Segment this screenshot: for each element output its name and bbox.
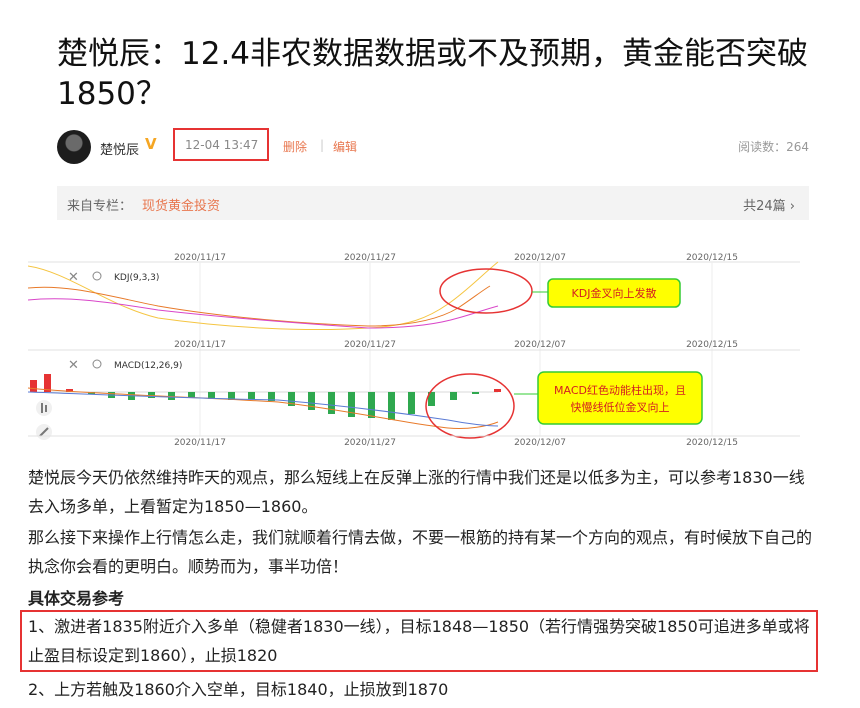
- edit-link[interactable]: 编辑: [333, 138, 357, 155]
- verified-badge-icon: V: [145, 135, 157, 153]
- bottom-date-label: 2020/11/17: [174, 438, 226, 446]
- column-link[interactable]: 现货黄金投资: [142, 195, 220, 214]
- publish-date: 12-04 13:47: [185, 138, 259, 152]
- tool-candle-icon-stroke: [45, 405, 47, 412]
- article-title: 楚悦辰：12.4非农数据数据或不及预期，黄金能否突破1850？: [57, 36, 809, 112]
- macd-bar: [248, 392, 255, 399]
- macd-bar: [148, 392, 155, 398]
- tool-candle-icon-stroke: [41, 403, 43, 413]
- macd-label: MACD(12,26,9): [114, 361, 182, 371]
- bottom-date-label: 2020/12/07: [514, 438, 566, 446]
- macd-annotation-line2: 快慢线低位金叉向上: [571, 400, 670, 414]
- kdj-label: KDJ(9,3,3): [114, 273, 159, 283]
- macd-bar: [494, 389, 501, 392]
- mid-date-label: 2020/11/17: [174, 340, 226, 350]
- author-avatar[interactable]: [57, 130, 91, 164]
- body-paragraph-2: 那么接下来操作上行情怎么走，我们就顺着行情去做，不要一根筋的持有某一个方向的观点…: [28, 528, 813, 576]
- kdj-annotation-text: KDJ金叉向上发散: [572, 286, 657, 300]
- macd-bar: [450, 392, 457, 400]
- top-date-label: 2020/11/27: [344, 253, 396, 263]
- indicator-chart-image: 2020/11/17 2020/11/27 2020/12/07 2020/12…: [28, 246, 800, 446]
- tool-candle-icon: [36, 400, 52, 416]
- indicator-chart-svg: 2020/11/17 2020/11/27 2020/12/07 2020/12…: [28, 253, 800, 446]
- macd-settings-icon: [92, 359, 102, 369]
- bottom-date-label: 2020/11/27: [344, 438, 396, 446]
- trade-item-2: 2、上方若触及1860介入空单，目标1840，止损放到1870: [28, 680, 449, 699]
- macd-bar: [368, 392, 375, 418]
- top-date-label: 2020/12/15: [686, 253, 738, 263]
- article-meta: 楚悦辰 V 12-04 13:47 删除 | 编辑 阅读数：264: [57, 128, 809, 166]
- macd-annotation-line1: MACD红色动能柱出现，且: [554, 383, 686, 397]
- bottom-date-label: 2020/12/15: [686, 438, 738, 446]
- top-date-label: 2020/12/07: [514, 253, 566, 263]
- action-separator: |: [320, 138, 325, 152]
- macd-bar: [308, 392, 315, 410]
- delete-link[interactable]: 删除: [283, 138, 307, 155]
- column-article-count[interactable]: 共24篇 ›: [743, 195, 795, 214]
- top-date-label: 2020/11/17: [174, 253, 226, 263]
- kdj-close-icon: ✕: [68, 270, 79, 285]
- macd-close-icon: ✕: [68, 358, 79, 373]
- author-name[interactable]: 楚悦辰: [100, 139, 139, 158]
- macd-bar: [472, 392, 479, 394]
- kdj-j-line: [28, 298, 499, 329]
- trading-reference-heading: 具体交易参考: [28, 589, 125, 608]
- kdj-settings-icon: [92, 271, 102, 281]
- mid-date-label: 2020/12/07: [514, 340, 566, 350]
- macd-bar: [388, 392, 395, 420]
- column-bar[interactable]: 来自专栏： 现货黄金投资 共24篇 ›: [57, 186, 809, 220]
- kdj-highlight-circle: [439, 268, 533, 314]
- mid-date-label: 2020/11/27: [344, 340, 396, 350]
- macd-bar: [408, 392, 415, 414]
- read-count: 阅读数：264: [738, 140, 809, 154]
- macd-bar: [30, 380, 37, 392]
- column-prefix: 来自专栏：: [67, 199, 133, 214]
- trade-item-1: 1、激进者1835附近介入多单（稳健者1830一线），目标1848—1850（若…: [28, 617, 810, 665]
- macd-annotation-box: [537, 371, 703, 425]
- mid-date-label: 2020/12/15: [686, 340, 738, 350]
- body-paragraph-1: 楚悦辰今天仍依然维持昨天的观点，那么短线上在反弹上涨的行情中我们还是以低多为主，…: [28, 468, 805, 516]
- macd-bar: [328, 392, 335, 414]
